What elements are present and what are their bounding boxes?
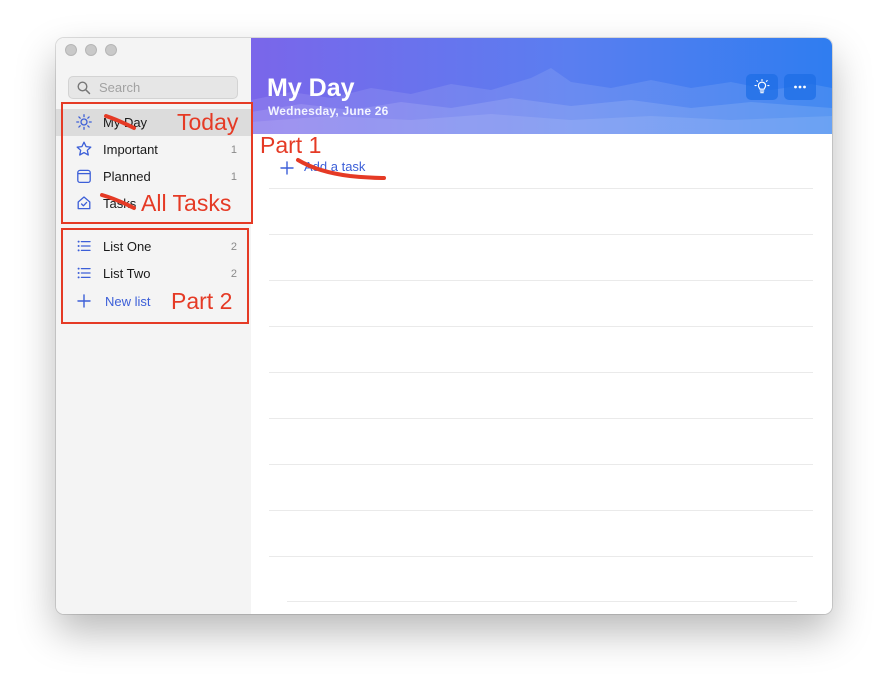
main-pane: My Day Wednesday, June 26 Add a task [251,38,832,614]
plus-icon [280,161,294,175]
more-icon [794,85,806,89]
lightbulb-icon [754,79,770,94]
more-options-button[interactable] [784,74,816,100]
search-box[interactable] [68,76,238,99]
task-row-divider [269,556,813,557]
task-row-divider [269,280,813,281]
close-window-button[interactable] [65,44,77,56]
annotation-all-tasks: All Tasks [141,190,232,216]
search-icon [77,81,91,95]
search-input[interactable] [99,79,229,96]
task-row-divider [269,234,813,235]
task-row-divider [269,464,813,465]
header-banner: My Day Wednesday, June 26 [251,38,832,134]
task-row-divider [287,601,797,602]
annotation-part2: Part 2 [171,288,233,314]
page-date: Wednesday, June 26 [268,104,389,118]
add-task-label: Add a task [304,159,366,174]
page-title: My Day [267,74,355,102]
traffic-lights [65,44,117,56]
zoom-window-button[interactable] [105,44,117,56]
task-row-divider [269,372,813,373]
task-row-divider [269,510,813,511]
annotation-today: Today [177,109,239,135]
task-row-divider [269,326,813,327]
suggestions-button[interactable] [746,74,778,100]
task-row-divider [269,188,813,189]
task-row-divider [269,418,813,419]
minimize-window-button[interactable] [85,44,97,56]
annotation-part1: Part 1 [260,132,322,158]
